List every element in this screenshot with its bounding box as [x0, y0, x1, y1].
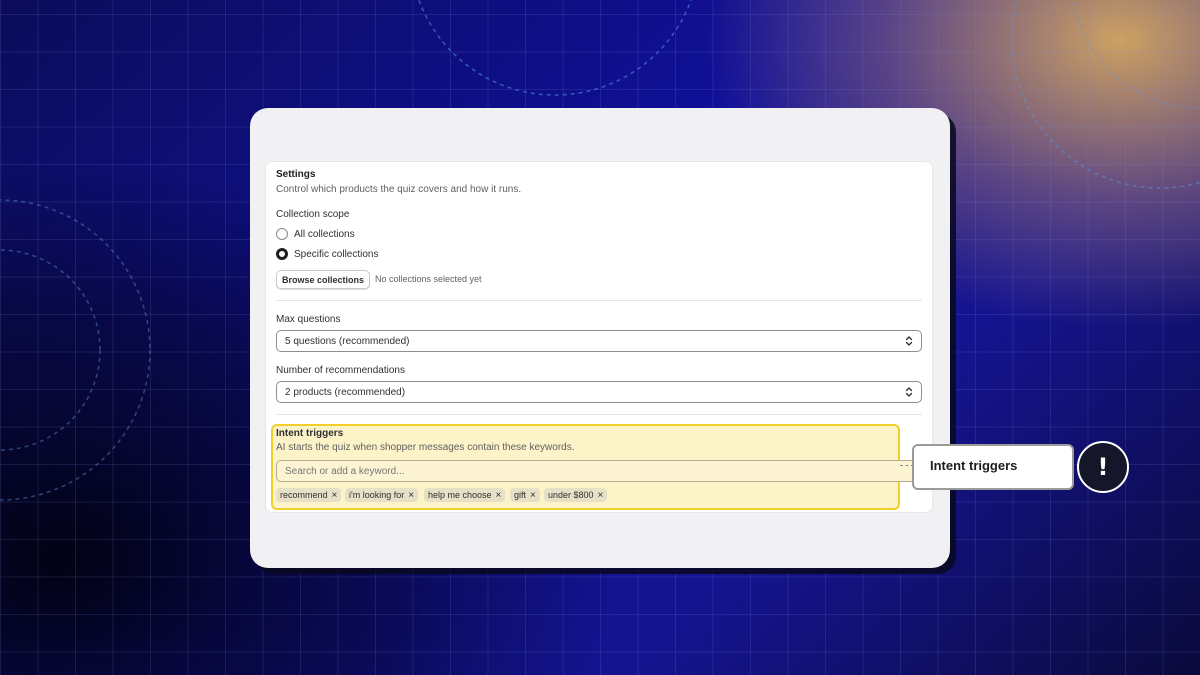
intent-triggers-callout: Intent triggers: [912, 444, 1074, 490]
keyword-chip: help me choose ×: [424, 488, 506, 502]
remove-keyword-icon[interactable]: ×: [408, 490, 414, 501]
intent-triggers-description: AI starts the quiz when shopper messages…: [276, 442, 575, 453]
keyword-chip-label: recommend: [280, 490, 328, 500]
select-chevron-icon: [905, 387, 913, 397]
keyword-chip-label: gift: [514, 490, 527, 500]
radio-specific-collections-label[interactable]: Specific collections: [294, 249, 378, 260]
radio-all-collections[interactable]: [276, 228, 288, 240]
recommendations-label: Number of recommendations: [276, 365, 405, 376]
collection-scope-label: Collection scope: [276, 209, 350, 220]
decor-ring: [0, 249, 101, 451]
keyword-chip: under $800 ×: [544, 488, 608, 502]
keyword-chip: i'm looking for ×: [345, 488, 419, 502]
select-chevron-icon: [905, 336, 913, 346]
recommendations-select[interactable]: 2 products (recommended): [276, 381, 922, 403]
intent-triggers-title: Intent triggers: [276, 428, 344, 439]
divider: [276, 300, 922, 301]
alert-icon: !: [1077, 441, 1129, 493]
keyword-chip: recommend ×: [276, 488, 342, 502]
remove-keyword-icon[interactable]: ×: [332, 490, 338, 501]
settings-title: Settings: [276, 169, 316, 180]
decor-ring: [418, 0, 692, 96]
recommendations-value: 2 products (recommended): [285, 386, 406, 398]
max-questions-select[interactable]: 5 questions (recommended): [276, 330, 922, 352]
keyword-chip-label: i'm looking for: [349, 490, 405, 500]
max-questions-value: 5 questions (recommended): [285, 335, 410, 347]
radio-all-collections-label[interactable]: All collections: [294, 229, 355, 240]
remove-keyword-icon[interactable]: ×: [530, 490, 536, 501]
keyword-chip: gift ×: [510, 488, 540, 502]
decor-ring: [1072, 0, 1200, 109]
radio-specific-collections[interactable]: [276, 248, 288, 260]
remove-keyword-icon[interactable]: ×: [598, 490, 604, 501]
browse-collections-button[interactable]: Browse collections: [276, 270, 370, 289]
settings-description: Control which products the quiz covers a…: [276, 184, 522, 195]
keyword-chip-label: under $800: [548, 490, 594, 500]
keyword-search-input[interactable]: Search or add a keyword...: [276, 460, 922, 482]
keyword-chip-label: help me choose: [428, 490, 492, 500]
divider: [276, 414, 922, 415]
collections-status: No collections selected yet: [375, 274, 482, 284]
keyword-search-placeholder: Search or add a keyword...: [285, 465, 405, 477]
max-questions-label: Max questions: [276, 314, 341, 325]
decor-ring: [0, 199, 151, 501]
decor-ring: [1011, 0, 1200, 189]
remove-keyword-icon[interactable]: ×: [496, 490, 502, 501]
